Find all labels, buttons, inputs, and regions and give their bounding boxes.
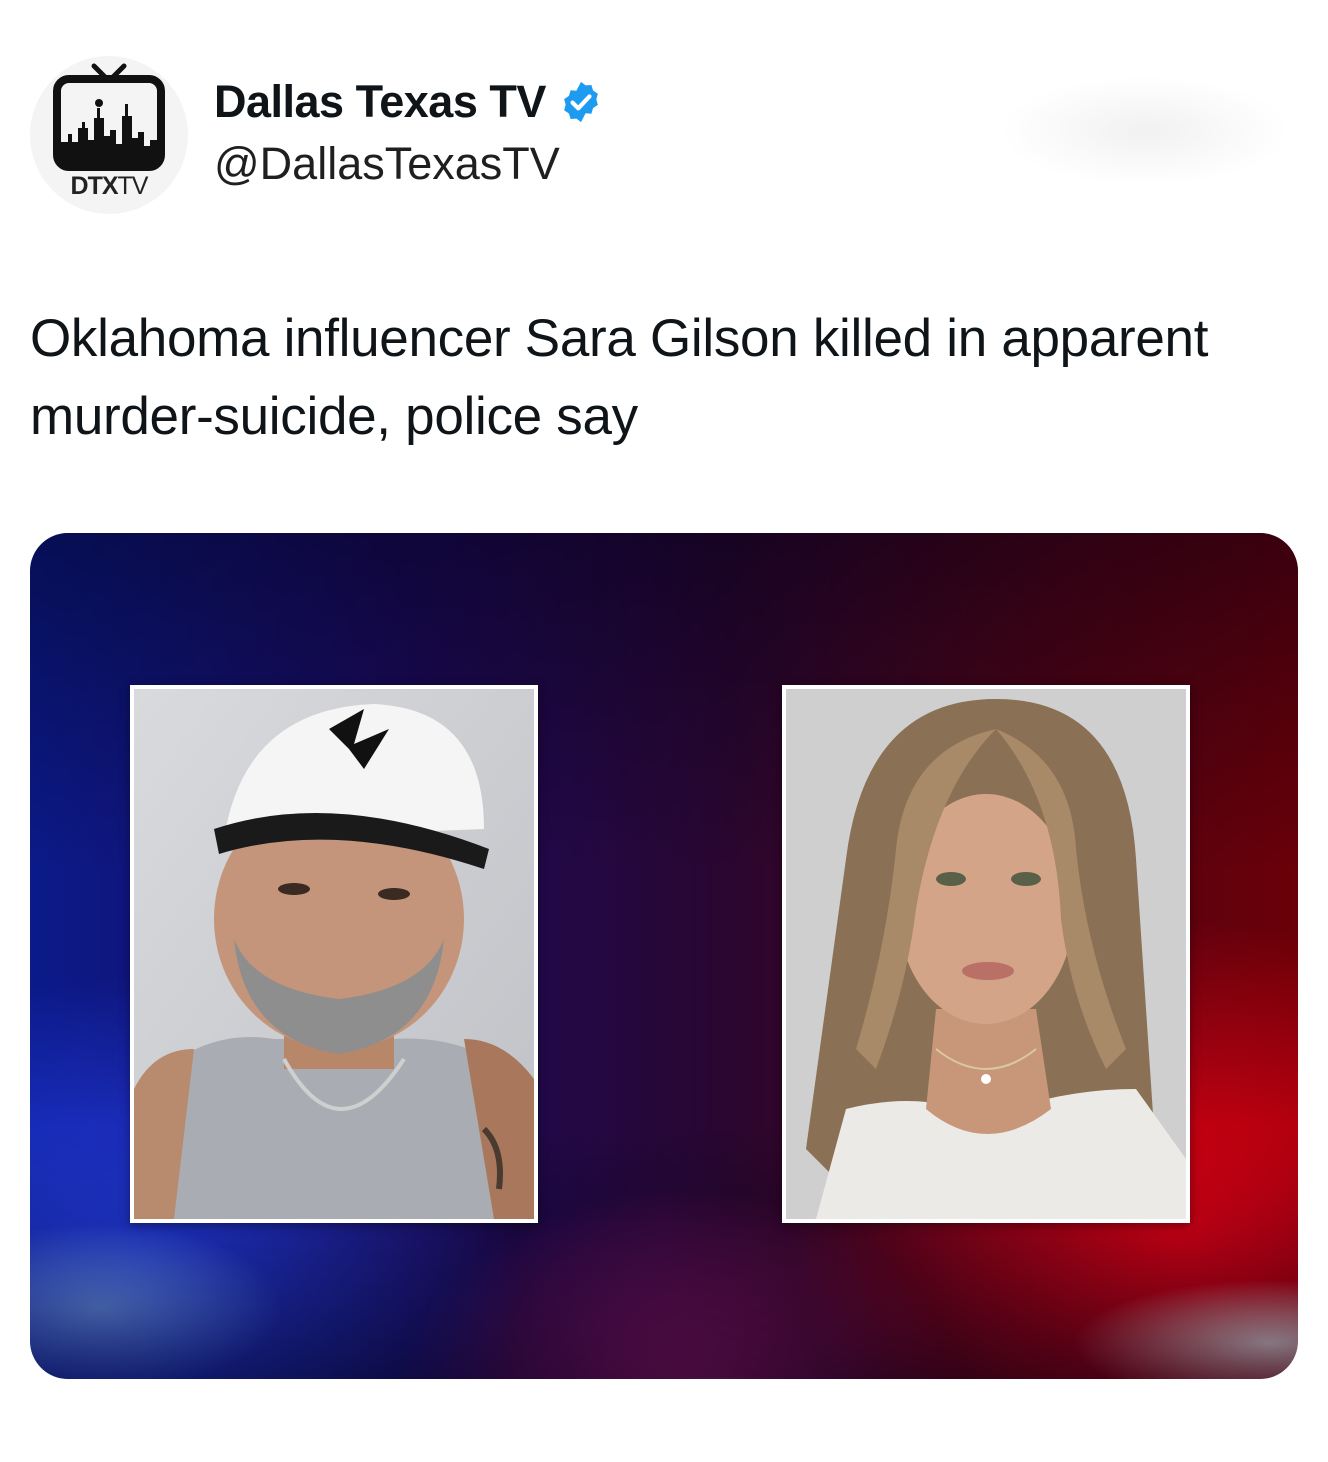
account-avatar[interactable]: DTXTV — [30, 56, 188, 214]
account-handle[interactable]: @DallasTexasTV — [214, 138, 604, 190]
man-portrait-image — [134, 689, 534, 1219]
woman-portrait-image — [786, 689, 1186, 1219]
tweet-media-image[interactable] — [30, 533, 1298, 1379]
blurred-area — [1000, 76, 1290, 186]
photo-woman — [782, 685, 1190, 1223]
verified-badge-icon — [563, 81, 598, 123]
dtxtv-logo-icon: DTXTV — [53, 63, 165, 200]
tweet-text: Oklahoma influencer Sara Gilson killed i… — [30, 309, 1209, 446]
tweet-header: DTXTV Dallas Texas TV @DallasTexasTV — [30, 56, 1300, 216]
account-names: Dallas Texas TV @DallasTexasTV — [214, 74, 604, 190]
svg-text:DTXTV: DTXTV — [71, 172, 149, 200]
display-name[interactable]: Dallas Texas TV — [214, 76, 546, 128]
photo-man-in-cap — [130, 685, 538, 1223]
display-name-row: Dallas Texas TV — [214, 74, 604, 130]
